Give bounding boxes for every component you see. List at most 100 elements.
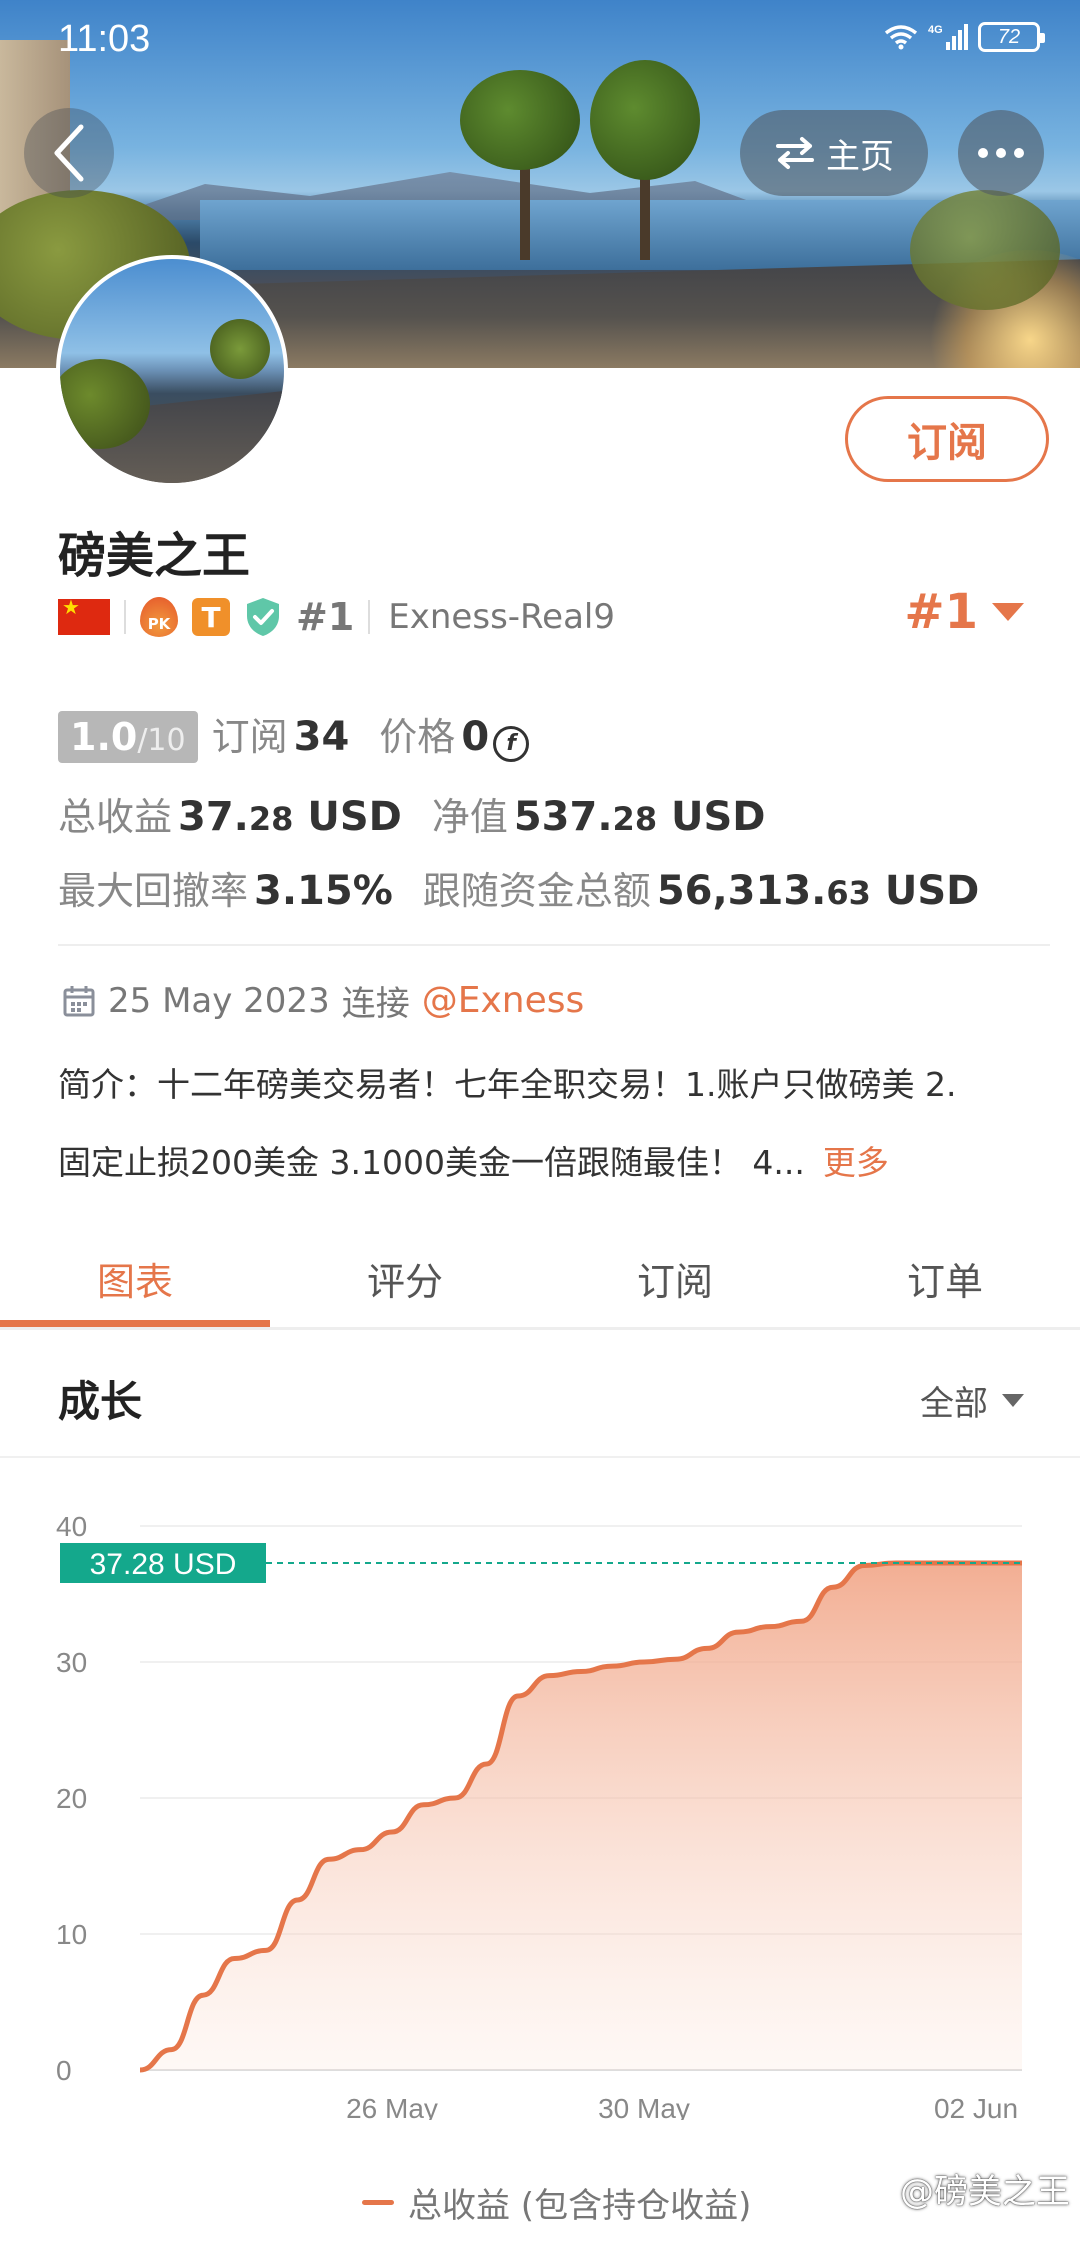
equity-label: 净值 bbox=[431, 795, 508, 839]
stats-line-drawdown: 最大回撤率 3.15% 跟随资金总额 56,313.63 USD bbox=[58, 860, 979, 915]
badges-row: PK T #1 Exness-Real9 bbox=[58, 592, 615, 642]
y-tick-label: 0 bbox=[56, 2055, 72, 2086]
back-button[interactable] bbox=[24, 108, 114, 198]
y-tick-label: 10 bbox=[56, 1919, 87, 1950]
banner-tree bbox=[460, 70, 580, 170]
status-icons: 4G 72 bbox=[884, 22, 1045, 52]
more-dots-icon bbox=[996, 148, 1006, 158]
signal-icon: 4G bbox=[928, 24, 968, 50]
subscribe-count: 34 bbox=[293, 714, 350, 760]
banner-bush bbox=[910, 190, 1060, 310]
separator bbox=[368, 600, 371, 634]
follow-funds-value: 56,313.63 USD bbox=[657, 868, 980, 914]
score-denominator: /10 bbox=[137, 723, 186, 758]
equity-value: 537.28 USD bbox=[514, 794, 766, 840]
connect-date: 25 May 2023 bbox=[108, 980, 330, 1021]
legend-swatch bbox=[362, 2200, 394, 2205]
subscribe-count-label: 订阅 bbox=[211, 715, 288, 759]
score-badge: 1.0 /10 bbox=[58, 711, 198, 763]
watermark-text: @磅美之王 bbox=[900, 2172, 1070, 2212]
more-dots-icon bbox=[1014, 148, 1024, 158]
max-drawdown-value: 3.15% bbox=[254, 868, 393, 914]
y-tick-label: 20 bbox=[56, 1783, 87, 1814]
separator bbox=[124, 600, 126, 634]
equity-dec: 28 bbox=[612, 800, 658, 838]
chevron-left-icon bbox=[54, 124, 84, 182]
stats-line-profit: 总收益 37.28 USD 净值 537.28 USD bbox=[58, 786, 766, 841]
status-time: 11:03 bbox=[58, 18, 151, 60]
calendar-icon bbox=[63, 985, 95, 1016]
bio-line-1: 简介：十二年磅美交易者！七年全职交易！1.账户只做磅美 2. bbox=[58, 1065, 957, 1104]
bio-line-2-text: 固定止损200美金 3.1000美金一倍跟随最佳！ 4... bbox=[58, 1143, 805, 1182]
current-value-label: 37.28 USD bbox=[90, 1548, 237, 1581]
total-profit-label: 总收益 bbox=[58, 795, 173, 839]
series-area bbox=[140, 1562, 1022, 2070]
follow-funds-unit: USD bbox=[870, 868, 980, 914]
battery-icon: 72 bbox=[978, 22, 1045, 52]
caret-down-icon bbox=[1002, 1394, 1024, 1407]
chart-legend: 总收益 (包含持仓收益) bbox=[362, 2178, 751, 2227]
follow-funds-dec: 63 bbox=[826, 874, 871, 912]
equity-unit: USD bbox=[657, 794, 766, 840]
section-divider bbox=[0, 1456, 1080, 1458]
watermark: @磅美之王 bbox=[900, 2164, 1070, 2213]
y-tick-label: 30 bbox=[56, 1647, 87, 1678]
tabs-divider bbox=[0, 1327, 1080, 1330]
shield-check-icon[interactable] bbox=[244, 596, 282, 638]
divider bbox=[58, 944, 1050, 946]
rank-badge-label: #1 bbox=[904, 584, 978, 640]
legend-label: 总收益 (包含持仓收益) bbox=[408, 2186, 752, 2226]
tab-rating[interactable]: 评分 bbox=[270, 1228, 540, 1328]
x-tick-label: 26 May bbox=[346, 2093, 438, 2120]
avatar-tree bbox=[210, 319, 270, 379]
equity-int: 537. bbox=[513, 794, 613, 840]
wifi-icon bbox=[884, 25, 918, 50]
x-tick-label: 30 May bbox=[598, 2093, 690, 2120]
stats-line-score: 1.0 /10 订阅 34 价格 0 f bbox=[58, 706, 530, 763]
china-flag-icon bbox=[58, 595, 110, 635]
period-filter-label: 全部 bbox=[920, 1384, 988, 1424]
tab-active-indicator bbox=[0, 1320, 270, 1327]
period-filter-select[interactable]: 全部 bbox=[920, 1376, 1024, 1425]
subscribe-button[interactable]: 订阅 bbox=[845, 396, 1049, 482]
x-tick-label: 02 Jun bbox=[934, 2093, 1018, 2120]
rank-small: #1 bbox=[296, 595, 355, 639]
more-dots-icon bbox=[978, 148, 988, 158]
home-button-label: 主页 bbox=[826, 136, 894, 177]
caret-down-icon bbox=[992, 603, 1024, 621]
connect-text: 连接 bbox=[341, 984, 410, 1024]
rank-dropdown[interactable]: #1 bbox=[904, 584, 1024, 640]
growth-chart: 0 10 20 30 4037.28 USD 26 May 30 May 02 Jun bbox=[56, 1511, 1022, 2120]
svg-text:4G: 4G bbox=[928, 24, 943, 36]
more-options-button[interactable] bbox=[958, 110, 1044, 196]
total-profit-value: 37.28 USD bbox=[178, 794, 402, 840]
swap-icon bbox=[776, 137, 814, 169]
tab-bar: 图表 评分 订阅 订单 bbox=[0, 1228, 1080, 1328]
broker-account: Exness-Real9 bbox=[388, 597, 615, 637]
follow-funds-int: 56,313. bbox=[656, 868, 827, 914]
pk-flame-icon[interactable]: PK bbox=[140, 597, 178, 637]
banner-tree bbox=[590, 60, 700, 180]
t-badge-icon[interactable]: T bbox=[192, 598, 230, 636]
connect-line: 25 May 2023 连接 @Exness bbox=[62, 976, 584, 1025]
total-profit-dec: 28 bbox=[248, 800, 294, 838]
broker-link[interactable]: @Exness bbox=[422, 980, 585, 1021]
profile-name: 磅美之王 bbox=[58, 528, 251, 584]
tab-subscribe[interactable]: 订阅 bbox=[540, 1228, 810, 1328]
tab-orders[interactable]: 订单 bbox=[810, 1228, 1080, 1328]
avatar[interactable] bbox=[56, 255, 288, 487]
total-profit-int: 37. bbox=[178, 794, 249, 840]
score-main: 1.0 bbox=[70, 715, 138, 759]
tab-chart[interactable]: 图表 bbox=[0, 1228, 270, 1328]
follow-funds-label: 跟随资金总额 bbox=[422, 869, 651, 913]
bio-more-link[interactable]: 更多 bbox=[823, 1143, 889, 1182]
price-label: 价格 bbox=[379, 715, 456, 759]
y-tick-label: 40 bbox=[56, 1511, 87, 1542]
bio-line-2: 固定止损200美金 3.1000美金一倍跟随最佳！ 4... 更多 bbox=[58, 1136, 889, 1184]
home-button[interactable]: 主页 bbox=[740, 110, 928, 196]
total-profit-unit: USD bbox=[293, 794, 402, 840]
section-title: 成长 bbox=[58, 1377, 143, 1426]
coin-icon: f bbox=[493, 725, 530, 762]
price-value: 0 bbox=[461, 714, 490, 760]
max-drawdown-label: 最大回撤率 bbox=[58, 869, 249, 913]
